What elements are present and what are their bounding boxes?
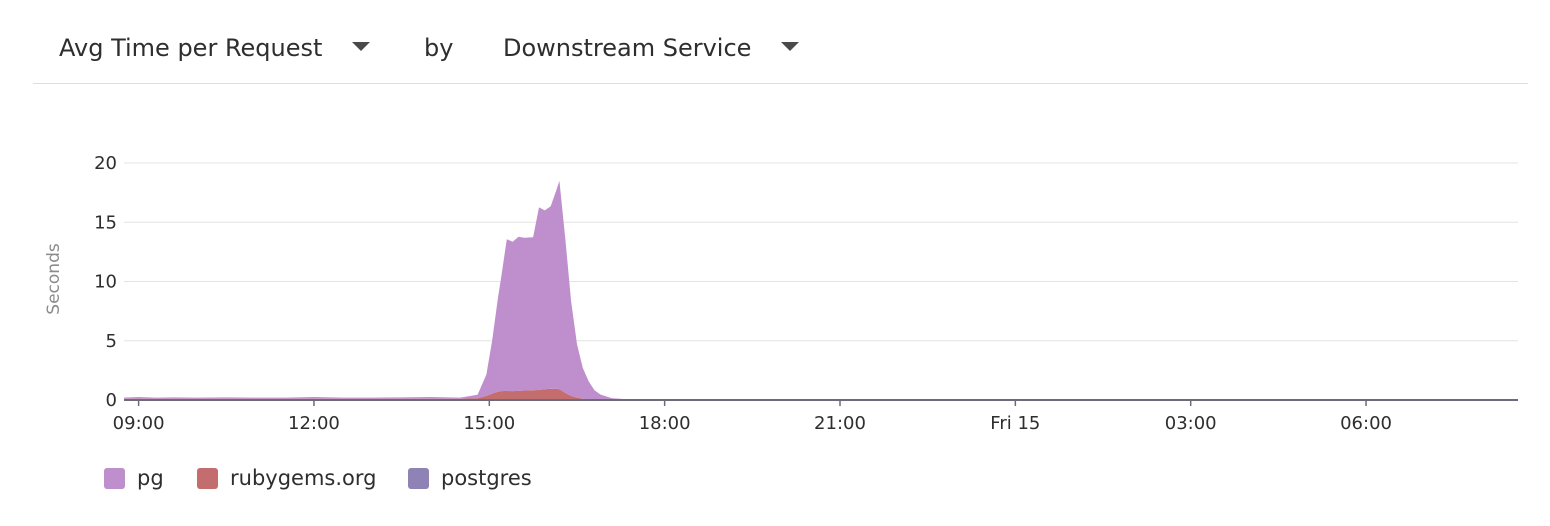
y-axis-ticks: 0 5 10 15 20 [94, 153, 117, 411]
x-tick-label: 21:00 [814, 413, 866, 434]
x-tick-label: 06:00 [1340, 413, 1392, 434]
legend-item-pg[interactable]: pg [104, 462, 164, 494]
y-tick-label: 15 [94, 212, 117, 233]
x-tick-label: 18:00 [639, 413, 691, 434]
y-tick-label: 10 [94, 272, 117, 293]
group-by-select-label: Downstream Service [503, 34, 752, 62]
legend-label: rubygems.org [230, 466, 377, 490]
legend-label: pg [137, 466, 164, 490]
legend-item-postgres[interactable]: postgres [408, 462, 532, 494]
area-pg [124, 180, 1518, 400]
caret-down-icon [352, 41, 371, 51]
by-label: by [424, 34, 454, 62]
x-axis-ticks: 09:00 12:00 15:00 18:00 21:00 Fri 15 03:00 06:0… [113, 400, 1392, 434]
grid-lines [124, 162, 1518, 342]
legend-label: postgres [441, 466, 532, 490]
metric-select[interactable]: Avg Time per Request [59, 32, 371, 64]
metric-select-label: Avg Time per Request [59, 34, 323, 62]
y-tick-label: 5 [106, 331, 117, 352]
y-tick-label: 0 [106, 390, 117, 411]
legend-swatch [408, 467, 429, 489]
area-rubygems-org [124, 388, 1518, 400]
x-tick-label: 15:00 [463, 413, 515, 434]
area-postgres [124, 399, 1518, 400]
x-tick-label: 03:00 [1165, 413, 1217, 434]
group-by-select[interactable]: Downstream Service [503, 32, 800, 64]
legend-item-rubygems-org[interactable]: rubygems.org [197, 462, 376, 494]
legend-swatch [197, 467, 218, 489]
y-tick-label: 20 [94, 153, 117, 174]
caret-down-icon [781, 41, 800, 51]
x-tick-label: Fri 15 [990, 413, 1040, 434]
x-tick-label: 12:00 [288, 413, 340, 434]
area-series [124, 180, 1518, 400]
legend-swatch [104, 467, 125, 489]
chart-toolbar: Avg Time per Request by Downstream Servi… [33, 20, 1528, 84]
x-tick-label: 09:00 [113, 413, 165, 434]
y-axis-title: Seconds [44, 243, 64, 315]
